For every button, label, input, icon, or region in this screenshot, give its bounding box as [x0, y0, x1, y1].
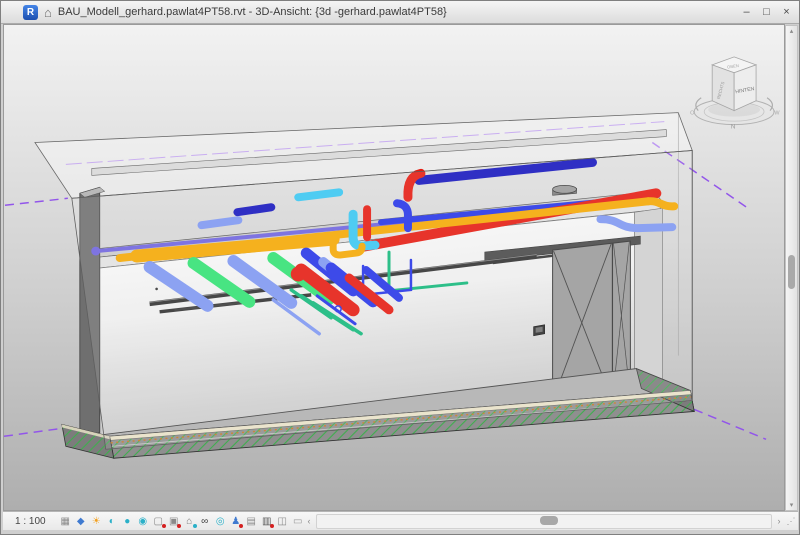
compass-east-label[interactable]: O [690, 111, 694, 117]
model-3d-view: HINTEN RECHTS OBEN N O W [4, 25, 784, 510]
lock-3d-view-button[interactable]: ⌂ [183, 514, 196, 529]
view-control-bar: 1 : 100 ▦◆☀◐●◉▢▣⌂∞◎♟▤▥◫▭ ‹ › ⋰ [3, 511, 798, 530]
temporary-view-properties-button[interactable]: ▤ [245, 514, 258, 529]
scroll-left-arrow-icon[interactable]: ‹ [304, 516, 314, 526]
visual-style-button[interactable]: ◆ [75, 514, 88, 529]
view-scale-button[interactable]: 1 : 100 [15, 516, 57, 527]
compass-north-label[interactable]: N [731, 124, 736, 131]
vcb-icons: ▦◆☀◐●◉▢▣⌂∞◎♟▤▥◫▭ [59, 514, 304, 529]
rendering-dialog-button[interactable]: ◉ [137, 514, 150, 529]
horizontal-scroll-thumb[interactable] [540, 516, 558, 525]
horizontal-scrollbar[interactable] [316, 514, 772, 529]
show-crop-region-button[interactable]: ▣ [168, 514, 181, 529]
vertical-scrollbar[interactable]: ▴ ▾ [785, 25, 798, 511]
compass-west-label[interactable]: W [774, 111, 780, 117]
minimize-button[interactable]: – [740, 6, 753, 18]
revit-app-icon[interactable]: R [23, 5, 38, 20]
shadows-button[interactable]: ● [121, 514, 134, 529]
worksharing-display-button[interactable]: ♟ [230, 514, 243, 529]
reveal-constraints-button[interactable]: ▭ [292, 514, 305, 529]
crop-view-button[interactable]: ▢ [152, 514, 165, 529]
glass-enclosure-front [72, 150, 692, 449]
title-bar[interactable]: R ⌂ BAU_Modell_gerhard.pawlat4PT58.rvt -… [1, 1, 799, 24]
sun-settings-button[interactable]: ◐ [106, 514, 119, 529]
glass-front-pane [72, 150, 692, 449]
revit-window: R ⌂ BAU_Modell_gerhard.pawlat4PT58.rvt -… [0, 0, 800, 535]
close-button[interactable]: × [780, 6, 793, 18]
vertical-scroll-thumb[interactable] [788, 255, 795, 289]
highlight-displacement-sets-button[interactable]: ◫ [276, 514, 289, 529]
maximize-button[interactable]: □ [760, 6, 773, 18]
temporary-hide-isolate-button[interactable]: ∞ [199, 514, 212, 529]
scroll-down-arrow-icon[interactable]: ▾ [786, 501, 797, 509]
window-controls: – □ × [740, 6, 793, 18]
scroll-up-arrow-icon[interactable]: ▴ [786, 27, 797, 35]
reveal-hidden-elements-button[interactable]: ◎ [214, 514, 227, 529]
window-title: BAU_Modell_gerhard.pawlat4PT58.rvt - 3D-… [58, 6, 447, 18]
scroll-right-arrow-icon[interactable]: › [774, 516, 784, 526]
show-analytical-model-button[interactable]: ▥ [261, 514, 274, 529]
detail-level-button[interactable]: ▦ [59, 514, 72, 529]
resize-grip[interactable]: ⋰ [784, 516, 798, 527]
drawing-canvas[interactable]: HINTEN RECHTS OBEN N O W [3, 24, 785, 511]
home-icon[interactable]: ⌂ [44, 6, 52, 19]
sun-path-button[interactable]: ☀ [90, 514, 103, 529]
